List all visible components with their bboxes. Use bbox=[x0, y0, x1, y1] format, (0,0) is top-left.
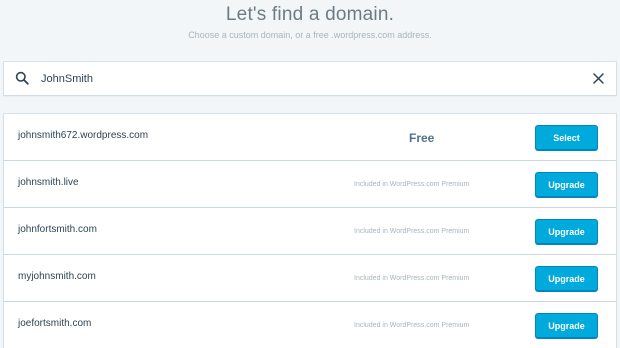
domain-name: johnfortsmith.com bbox=[18, 224, 97, 235]
domain-suggestion-row: johnsmith.live Included in WordPress.com… bbox=[4, 161, 616, 207]
domain-name: joefortsmith.com bbox=[18, 318, 92, 329]
select-button[interactable]: Select bbox=[535, 125, 598, 150]
domain-suggestion-row: myjohnsmith.com Included in WordPress.co… bbox=[4, 255, 616, 301]
domain-suggestion-row: johnsmith672.wordpress.com Free Select bbox=[4, 114, 616, 160]
page-subtitle: Choose a custom domain, or a free .wordp… bbox=[188, 30, 432, 40]
domain-name: myjohnsmith.com bbox=[18, 271, 96, 282]
search-input[interactable] bbox=[41, 71, 561, 87]
search-icon[interactable] bbox=[15, 71, 29, 85]
close-icon[interactable] bbox=[592, 72, 605, 85]
upgrade-button[interactable]: Upgrade bbox=[535, 266, 598, 291]
domain-results-list: johnsmith672.wordpress.com Free Select j… bbox=[4, 114, 616, 348]
domain-price-free: Free bbox=[409, 131, 435, 145]
upgrade-button[interactable]: Upgrade bbox=[535, 219, 598, 244]
upgrade-button[interactable]: Upgrade bbox=[535, 172, 598, 197]
domain-price-note: Included in WordPress.com Premium bbox=[354, 322, 470, 329]
domain-price-note: Included in WordPress.com Premium bbox=[354, 275, 470, 282]
upgrade-button[interactable]: Upgrade bbox=[535, 313, 598, 338]
search-box bbox=[4, 62, 616, 95]
page-title: Let's find a domain. bbox=[225, 4, 395, 25]
domain-suggestion-row: joefortsmith.com Included in WordPress.c… bbox=[4, 302, 616, 348]
domain-price-note: Included in WordPress.com Premium bbox=[354, 228, 470, 235]
domain-suggestion-row: johnfortsmith.com Included in WordPress.… bbox=[4, 208, 616, 254]
domain-name: johnsmith.live bbox=[18, 177, 79, 188]
domain-price-note: Included in WordPress.com Premium bbox=[354, 181, 470, 188]
domain-name: johnsmith672.wordpress.com bbox=[18, 130, 149, 141]
